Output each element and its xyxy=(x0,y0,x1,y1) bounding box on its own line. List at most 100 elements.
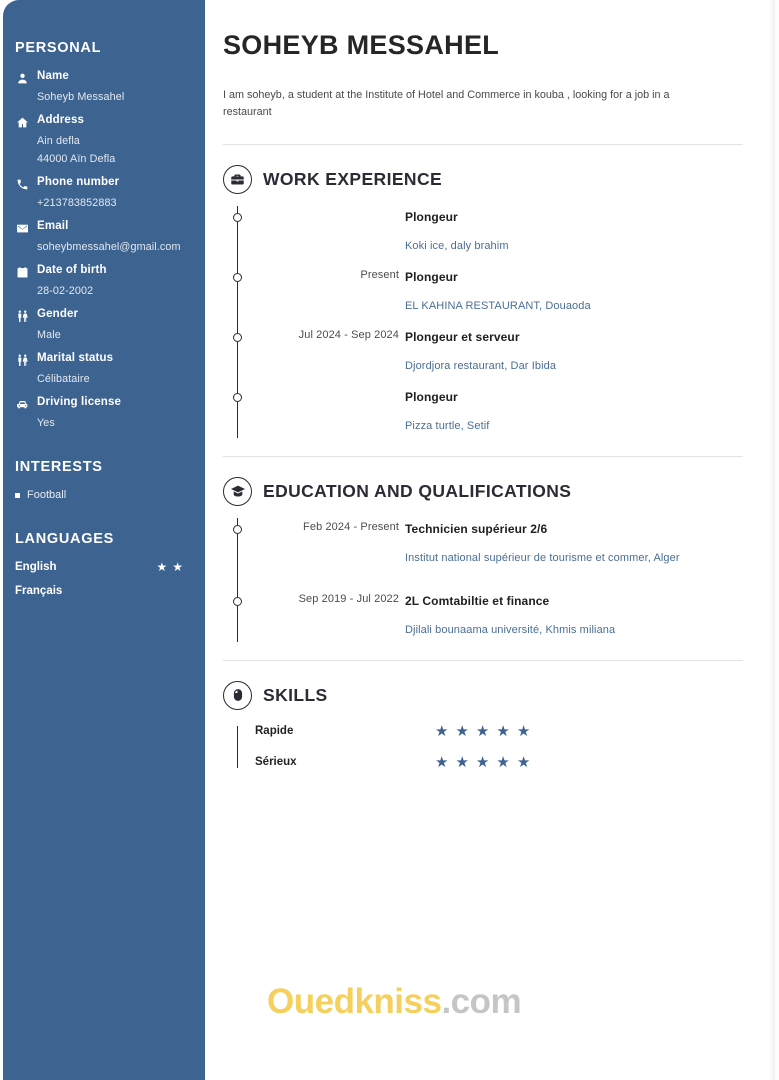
star-icon: ★ xyxy=(475,753,490,771)
timeline-item: Feb 2024 - Present Technicien supérieur … xyxy=(232,518,743,590)
star-icon: ★ xyxy=(435,722,449,740)
section-title-work: WORK EXPERIENCE xyxy=(263,168,443,189)
sidebar-heading-languages: LANGUAGES xyxy=(15,531,114,547)
timeline-dot-icon xyxy=(232,332,242,342)
work-body: Plongeur et serveur Djordjora restaurant… xyxy=(405,326,743,372)
car-icon xyxy=(15,397,29,411)
timeline-dot-icon xyxy=(232,596,242,606)
sidebar-heading-interests: INTERESTS xyxy=(15,459,103,475)
education-degree: Technicien supérieur 2/6 xyxy=(405,521,548,536)
field-label-address: Address xyxy=(37,114,85,126)
field-value-driving-license: Yes xyxy=(37,417,55,429)
resume-page: PERSONAL Name Soheyb Messahel Address Ai… xyxy=(0,0,779,1080)
timeline-dot-icon xyxy=(232,272,242,282)
main-content: SOHEYB MESSAHEL I am soheyb, a student a… xyxy=(205,0,779,1080)
work-body: Plongeur Pizza turtle, Setif xyxy=(405,386,743,432)
education-date: Feb 2024 - Present xyxy=(303,520,399,533)
work-place: Pizza turtle, Setif xyxy=(405,419,490,432)
skills-line xyxy=(237,725,239,768)
work-timeline: Plongeur Koki ice, daly brahim Present P… xyxy=(232,205,743,438)
field-value-address-line1: Ain defla xyxy=(37,135,80,147)
skill-row: Sérieux ★ ★ ★ ★ ★ xyxy=(255,755,743,770)
field-label-phone: Phone number xyxy=(37,176,120,188)
work-date xyxy=(255,206,405,209)
skill-rating-serieux: ★ ★ ★ ★ ★ xyxy=(435,755,530,770)
work-role: Plongeur xyxy=(405,389,458,404)
field-phone: Phone number xyxy=(15,176,191,191)
field-value-phone: +213783852883 xyxy=(37,197,117,209)
language-name: Français xyxy=(15,585,63,597)
work-body: Plongeur EL KAHINA RESTAURANT, Douaoda xyxy=(405,266,743,312)
education-school: Djilali bounaama université, Khmis milia… xyxy=(405,623,616,636)
work-body: Plongeur Koki ice, daly brahim xyxy=(405,206,743,252)
list-item: Français xyxy=(15,585,191,597)
gender-icon xyxy=(15,309,29,323)
skill-name: Sérieux xyxy=(255,756,297,769)
skill-row: Rapide ★ ★ ★ ★ ★ xyxy=(255,724,743,739)
field-driving-license: Driving license xyxy=(15,396,191,411)
star-icon: ★ xyxy=(496,753,510,771)
sidebar-section-personal: PERSONAL Name Soheyb Messahel Address Ai… xyxy=(15,40,191,429)
education-school: Institut national supérieur de tourisme … xyxy=(405,551,680,564)
summary-text: I am soheyb, a student at the Institute … xyxy=(223,89,670,119)
education-body: Technicien supérieur 2/6 Institut nation… xyxy=(405,518,743,564)
watermark-tld: .com xyxy=(441,981,522,1021)
field-value-name: Soheyb Messahel xyxy=(37,91,125,103)
watermark-brand: Ouedkniss xyxy=(267,981,442,1021)
field-label-driving-license: Driving license xyxy=(37,396,122,408)
field-value-marital-status: Célibataire xyxy=(37,373,90,385)
section-work-experience: WORK EXPERIENCE Plongeur Koki ice, daly … xyxy=(223,164,743,457)
work-place: Djordjora restaurant, Dar Ibida xyxy=(405,359,557,372)
timeline-item: Jul 2024 - Sep 2024 Plongeur et serveur … xyxy=(232,326,743,386)
skills-list: Rapide ★ ★ ★ ★ ★ Sérieux ★ ★ ★ ★ ★ xyxy=(237,724,743,770)
field-value-email: soheybmessahel@gmail.com xyxy=(37,241,181,253)
timeline-item: Plongeur Koki ice, daly brahim xyxy=(232,206,743,266)
field-label-email: Email xyxy=(37,220,69,232)
watermark: Ouedkniss.com xyxy=(267,981,522,1022)
timeline-item: Plongeur Pizza turtle, Setif xyxy=(232,386,743,438)
field-label-dob: Date of birth xyxy=(37,264,107,276)
timeline-dot-icon xyxy=(232,392,242,402)
language-name: English xyxy=(15,561,57,573)
marital-status-icon xyxy=(15,353,29,367)
field-value-address-line2: 44000 Aïn Defla xyxy=(37,153,116,165)
interest-label: Football xyxy=(27,489,67,501)
star-icon: ★ xyxy=(475,722,490,740)
star-icon: ★ xyxy=(496,722,510,740)
page-title: SOHEYB MESSAHEL xyxy=(223,30,500,60)
phone-icon xyxy=(15,177,29,191)
field-dob: Date of birth xyxy=(15,264,191,279)
field-label-gender: Gender xyxy=(37,308,79,320)
skill-name: Rapide xyxy=(255,725,294,738)
field-value-dob: 28-02-2002 xyxy=(37,285,94,297)
star-icon: ★ xyxy=(156,560,168,574)
sidebar-section-languages: LANGUAGES English ★ ★ Français xyxy=(15,531,191,597)
field-label-marital-status: Marital status xyxy=(37,352,114,364)
divider xyxy=(223,455,743,457)
work-date: Jul 2024 - Sep 2024 xyxy=(298,328,399,341)
sidebar: PERSONAL Name Soheyb Messahel Address Ai… xyxy=(3,0,205,1080)
work-place: EL KAHINA RESTAURANT, Douaoda xyxy=(405,299,591,312)
timeline-dot-icon xyxy=(232,212,242,222)
star-icon: ★ xyxy=(435,753,449,771)
education-degree: 2L Comtabiltie et finance xyxy=(405,593,550,608)
home-icon xyxy=(15,115,29,129)
timeline-dot-icon xyxy=(232,524,242,534)
star-icon: ★ xyxy=(516,722,531,740)
briefcase-icon xyxy=(223,164,252,194)
field-label-name: Name xyxy=(37,70,69,82)
star-icon: ★ xyxy=(516,753,531,771)
bullet-square-icon xyxy=(15,492,20,498)
graduation-cap-icon xyxy=(223,476,252,506)
star-icon: ★ xyxy=(455,722,469,740)
list-item: English ★ ★ xyxy=(15,561,191,573)
section-header: WORK EXPERIENCE xyxy=(223,164,743,194)
section-education: Ouedkniss.com EDUCATION AND QUALIFICATIO… xyxy=(223,476,743,1021)
calendar-icon xyxy=(15,265,29,279)
work-date: Present xyxy=(360,268,399,281)
education-date: Sep 2019 - Jul 2022 xyxy=(298,592,399,605)
timeline-item: Present Plongeur EL KAHINA RESTAURANT, D… xyxy=(232,266,743,326)
envelope-icon xyxy=(15,221,29,235)
sidebar-heading-personal: PERSONAL xyxy=(15,40,102,56)
field-value-gender: Male xyxy=(37,329,61,341)
